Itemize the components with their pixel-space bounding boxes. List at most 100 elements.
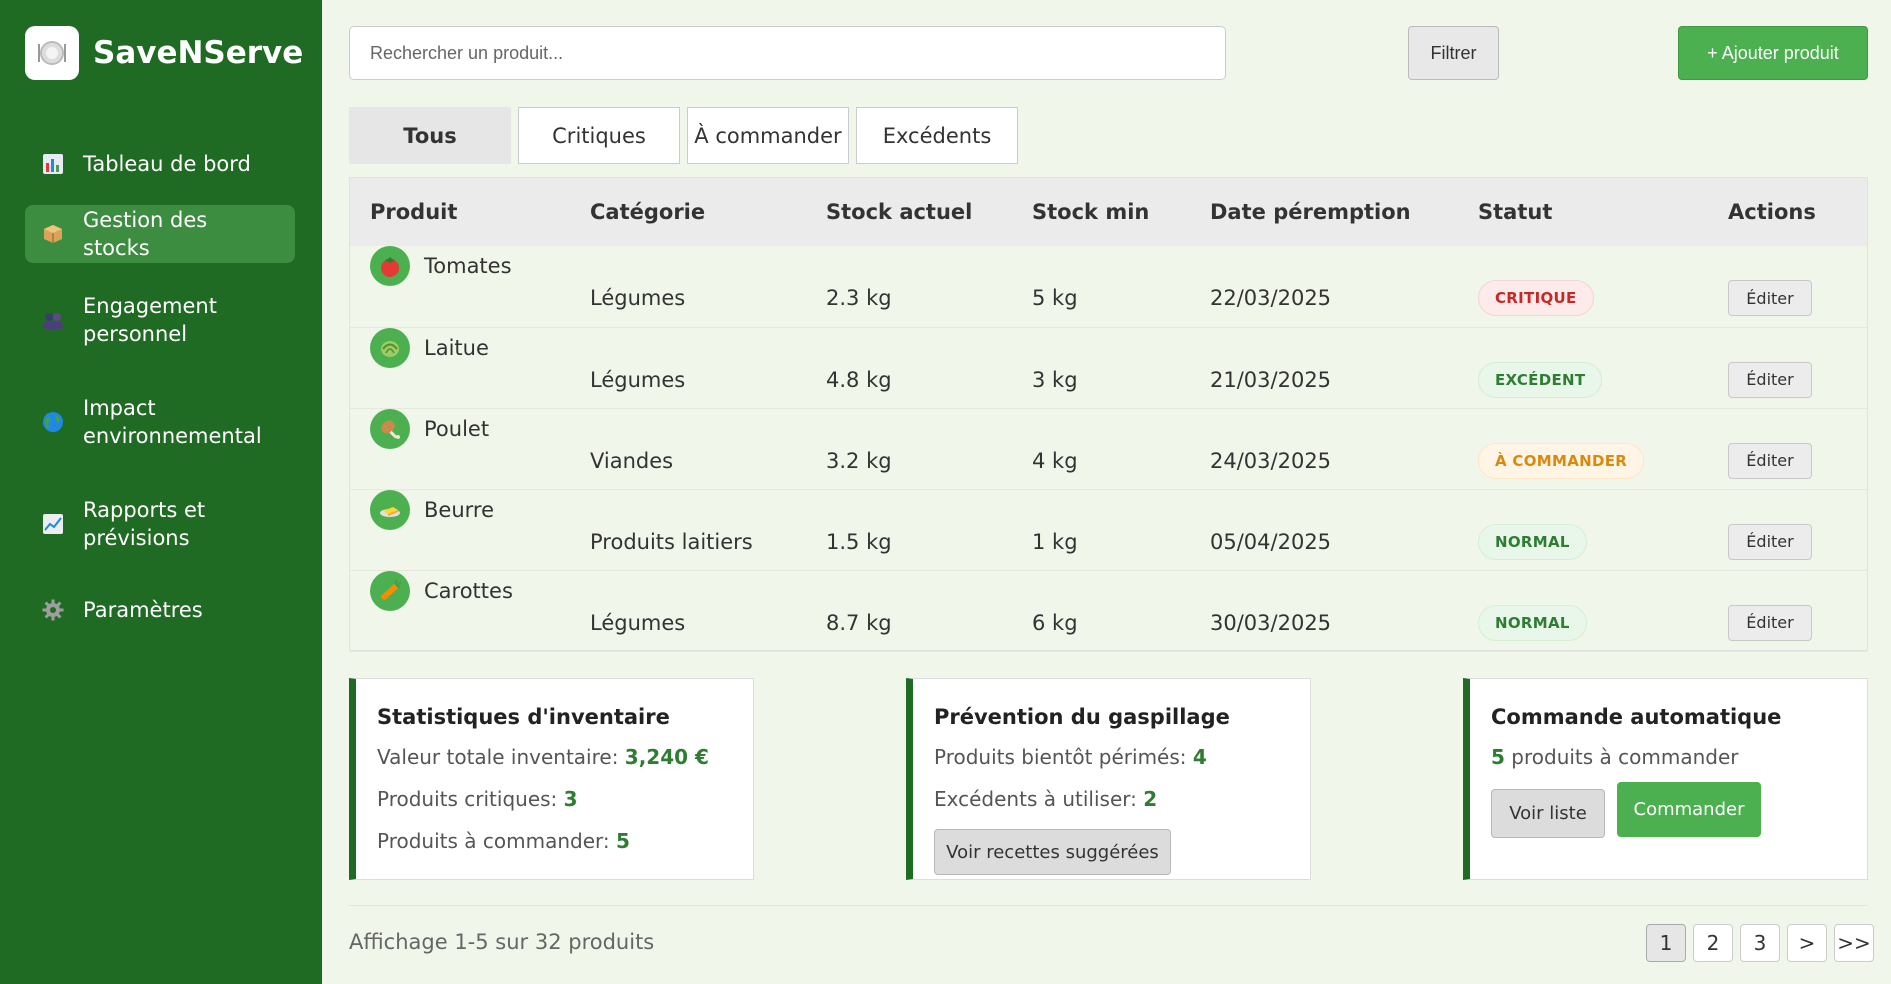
column-header: Actions: [1728, 200, 1816, 224]
stock-table: Produit Catégorie Stock actuel Stock min…: [349, 177, 1868, 651]
last-page-button[interactable]: >>: [1834, 924, 1874, 962]
tab-surplus[interactable]: Excédents: [856, 107, 1018, 164]
column-header[interactable]: Produit: [350, 178, 570, 246]
expiry-date: 21/03/2025: [1210, 367, 1332, 392]
search-input[interactable]: [349, 26, 1226, 80]
table-row: Carottes Légumes 8.7 kg 6 kg 30/03/2025 …: [350, 570, 1867, 651]
status-badge: NORMAL: [1478, 523, 1587, 560]
expiring-count: Produits bientôt périmés: 4: [934, 745, 1207, 769]
column-header[interactable]: Stock min: [1012, 178, 1190, 246]
order-button[interactable]: Commander: [1617, 782, 1761, 837]
sidebar-item-impact[interactable]: Impact environnemental: [25, 377, 295, 467]
sidebar-item-label: Engagement personnel: [83, 294, 217, 346]
view-list-button[interactable]: Voir liste: [1491, 789, 1605, 838]
critical-count: Produits critiques: 3: [377, 787, 578, 811]
chicken-icon: [370, 408, 410, 449]
product-category: Produits laitiers: [590, 529, 753, 554]
stock-min: 4 kg: [1032, 448, 1078, 473]
sidebar-item-label: Tableau de bord: [83, 152, 251, 176]
status-badge: NORMAL: [1478, 604, 1587, 641]
edit-button[interactable]: Éditer: [1728, 442, 1812, 479]
pagination: 1 2 3 > >>: [1639, 924, 1874, 962]
stock-min: 3 kg: [1032, 367, 1078, 392]
product-category: Légumes: [590, 610, 686, 635]
sidebar-item-settings[interactable]: Paramètres: [25, 581, 295, 639]
card-title: Commande automatique: [1491, 705, 1782, 729]
status-badge: À COMMANDER: [1478, 442, 1645, 479]
divider: [349, 905, 1868, 906]
product-name: Laitue: [424, 335, 489, 360]
tab-critical[interactable]: Critiques: [518, 107, 680, 164]
waste-prevention-card: Prévention du gaspillage Produits bientô…: [906, 678, 1311, 880]
product-category: Légumes: [590, 286, 686, 311]
product-name: Carottes: [424, 578, 513, 603]
page-button-2[interactable]: 2: [1693, 924, 1733, 962]
table-row: Laitue Légumes 4.8 kg 3 kg 21/03/2025 EX…: [350, 327, 1867, 408]
product-name: Beurre: [424, 497, 494, 522]
sidebar-item-engagement[interactable]: Engagement personnel: [25, 275, 295, 365]
stock-current: 2.3 kg: [826, 286, 892, 311]
auto-order-card: Commande automatique 5 produits à comman…: [1463, 678, 1868, 880]
edit-button[interactable]: Éditer: [1728, 361, 1812, 398]
card-title: Prévention du gaspillage: [934, 705, 1230, 729]
stock-current: 1.5 kg: [826, 529, 892, 554]
app-name: SaveNServe: [93, 35, 304, 71]
page-button-1[interactable]: 1: [1646, 924, 1686, 962]
column-header[interactable]: Statut: [1458, 178, 1708, 246]
auto-order-count: 5 produits à commander: [1491, 745, 1739, 769]
status-badge: EXCÉDENT: [1478, 361, 1603, 398]
stock-current: 3.2 kg: [826, 448, 892, 473]
status-badge: CRITIQUE: [1478, 280, 1594, 317]
sidebar-item-label: Paramètres: [83, 598, 203, 622]
stock-min: 5 kg: [1032, 286, 1078, 311]
table-header: Produit Catégorie Stock actuel Stock min…: [350, 178, 1867, 246]
edit-button[interactable]: Éditer: [1728, 280, 1812, 317]
sidebar-item-stocks[interactable]: Gestion des stocks: [25, 205, 295, 263]
stock-min: 1 kg: [1032, 529, 1078, 554]
filter-button[interactable]: Filtrer: [1408, 26, 1499, 80]
brand[interactable]: SaveNServe: [25, 26, 303, 80]
carrot-icon: [370, 570, 410, 611]
sidebar-item-dashboard[interactable]: Tableau de bord: [25, 135, 295, 193]
expiry-date: 22/03/2025: [1210, 286, 1332, 311]
card-title: Statistiques d'inventaire: [377, 705, 670, 729]
table-row: Poulet Viandes 3.2 kg 4 kg 24/03/2025 À …: [350, 408, 1867, 489]
page-button-3[interactable]: 3: [1740, 924, 1780, 962]
edit-button[interactable]: Éditer: [1728, 604, 1812, 641]
sidebar-nav: Tableau de bord Gestion des stocks Engag…: [25, 135, 295, 651]
plate-logo-icon: [25, 26, 79, 80]
stock-current: 8.7 kg: [826, 610, 892, 635]
expiry-date: 30/03/2025: [1210, 610, 1332, 635]
sidebar-item-reports[interactable]: Rapports et prévisions: [25, 479, 295, 569]
tab-to-order[interactable]: À commander: [687, 107, 849, 164]
bar-chart-icon: [41, 152, 65, 176]
column-header[interactable]: Date péremption: [1190, 178, 1458, 246]
sidebar-item-label: Gestion des stocks: [83, 208, 208, 260]
to-order-count: Produits à commander: 5: [377, 829, 630, 853]
suggested-recipes-button[interactable]: Voir recettes suggérées: [934, 829, 1171, 875]
add-product-button[interactable]: + Ajouter produit: [1678, 26, 1868, 80]
gear-icon: [41, 598, 65, 622]
inventory-stats-card: Statistiques d'inventaire Valeur totale …: [349, 678, 754, 880]
sidebar: SaveNServe Tableau de bord Gestion des s…: [0, 0, 322, 984]
pagination-summary: Affichage 1-5 sur 32 produits: [349, 930, 655, 954]
column-header[interactable]: Stock actuel: [806, 178, 1012, 246]
product-name: Poulet: [424, 416, 490, 441]
next-page-button[interactable]: >: [1787, 924, 1827, 962]
column-header[interactable]: Catégorie: [570, 178, 806, 246]
sidebar-item-label: Impact environnemental: [83, 396, 262, 448]
inventory-value: Valeur totale inventaire: 3,240 €: [377, 745, 709, 769]
globe-icon: [41, 410, 65, 434]
table-row: Beurre Produits laitiers 1.5 kg 1 kg 05/…: [350, 489, 1867, 570]
edit-button[interactable]: Éditer: [1728, 523, 1812, 560]
tab-all[interactable]: Tous: [349, 107, 511, 164]
expiry-date: 24/03/2025: [1210, 448, 1332, 473]
team-icon: [41, 308, 65, 332]
product-category: Légumes: [590, 367, 686, 392]
trend-chart-icon: [41, 512, 65, 536]
product-name: Tomates: [424, 254, 512, 278]
package-icon: [41, 222, 65, 246]
product-category: Viandes: [590, 448, 674, 473]
stock-min: 6 kg: [1032, 610, 1078, 635]
expiry-date: 05/04/2025: [1210, 529, 1332, 554]
